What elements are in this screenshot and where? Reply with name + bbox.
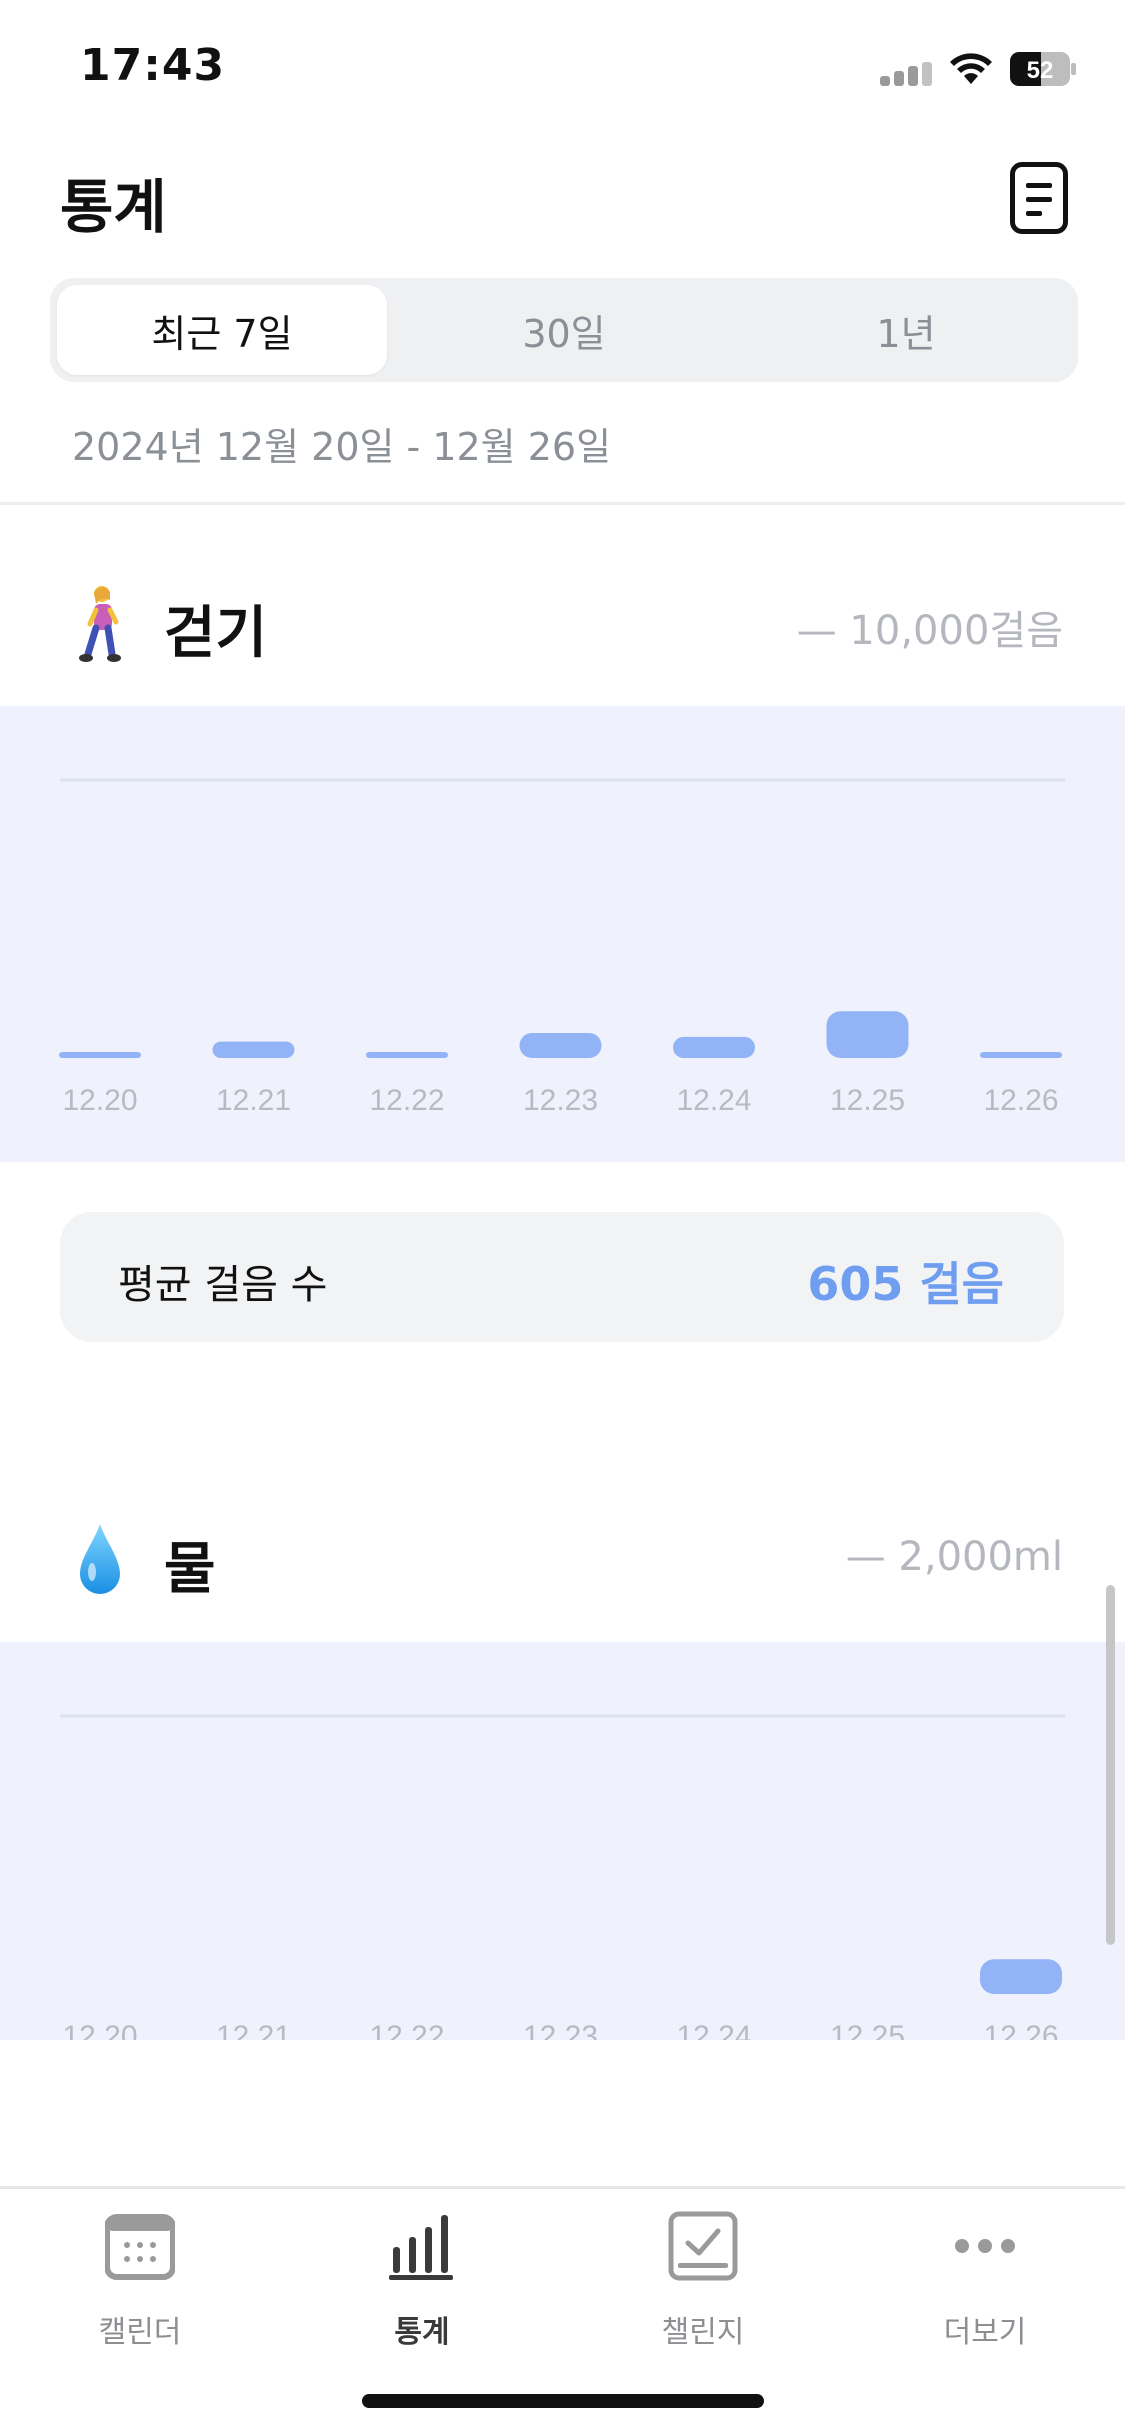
water-title: 물 [164, 1537, 216, 1602]
tab-more[interactable]: 더보기 [895, 2211, 1075, 2351]
water-bar[interactable] [980, 1959, 1062, 1994]
average-steps-value: 605 걸음 [807, 1257, 1004, 1311]
water-tick-label: 12.23 [523, 2020, 598, 2040]
walking-section-header: 걷기 — 10,000걸음 [0, 562, 1125, 682]
tab-challenge[interactable]: 챌린지 [613, 2211, 793, 2351]
walking-bar[interactable] [212, 1041, 295, 1058]
page-title: 통계 [60, 173, 167, 241]
walking-woman-emoji [79, 586, 121, 662]
statistics-screen: 17:43 52 통계 최근 7일 30일 1년 2024년 12월 20일 -… [0, 0, 1125, 2436]
tab-1-year[interactable]: 1년 [741, 285, 1071, 375]
walking-tick-label: 12.26 [983, 1084, 1058, 1117]
tab-statistics[interactable]: 통계 [332, 2211, 512, 2351]
water-tick-label: 12.20 [62, 2020, 137, 2040]
walking-bar[interactable] [519, 1032, 602, 1058]
walking-title: 걷기 [164, 601, 268, 666]
walking-goal: — 10,000걸음 [796, 608, 1063, 654]
home-indicator [362, 2394, 764, 2408]
wifi-icon [950, 53, 992, 84]
tab-calendar[interactable]: 캘린더 [50, 2211, 230, 2351]
tab-calendar-label: 캘린더 [98, 2315, 182, 2350]
walking-tick-label: 12.20 [62, 1084, 137, 1117]
walking-bar[interactable] [59, 1052, 141, 1058]
more-dots-icon [955, 2239, 1015, 2253]
water-chart: 12.20 12.21 12.22 12.23 12.24 12.25 12.26 [0, 1642, 1125, 2040]
water-tick-label: 12.24 [676, 2020, 751, 2040]
water-drop-emoji [80, 1524, 120, 1594]
tab-challenge-label: 챌린지 [661, 2315, 745, 2350]
tab-statistics-label: 통계 [394, 2315, 450, 2350]
walking-bar[interactable] [826, 1011, 909, 1058]
average-steps-card: 평균 걸음 수 605 걸음 [60, 1212, 1064, 1342]
tab-30-days[interactable]: 30일 [399, 285, 729, 375]
average-steps-label: 평균 걸음 수 [118, 1262, 328, 1308]
cellular-signal-icon [880, 62, 932, 86]
water-tick-label: 12.26 [983, 2020, 1058, 2040]
date-range: 2024년 12월 20일 - 12월 26일 [72, 425, 612, 469]
tab-recent-7-days[interactable]: 최근 7일 [57, 285, 387, 375]
status-bar: 17:43 52 [0, 0, 1125, 140]
water-tick-label: 12.21 [216, 2020, 291, 2040]
walking-chart: 12.20 12.21 12.22 12.23 12.24 12.25 12.26 [0, 706, 1125, 1162]
document-icon[interactable] [1010, 162, 1068, 234]
water-tick-label: 12.22 [369, 2020, 444, 2040]
walking-chart-svg: 12.20 12.21 12.22 12.23 12.24 12.25 12.26 [59, 778, 1065, 1117]
walking-tick-label: 12.25 [830, 1084, 905, 1117]
battery-level: 52 [1027, 57, 1054, 84]
period-selector: 최근 7일 30일 1년 [50, 278, 1078, 382]
water-chart-svg: 12.20 12.21 12.22 12.23 12.24 12.25 12.26 [60, 1714, 1065, 2040]
walking-tick-label: 12.23 [523, 1084, 598, 1117]
divider [0, 502, 1125, 505]
walking-tick-label: 12.22 [369, 1084, 444, 1117]
water-goal: — 2,000ml [845, 1534, 1063, 1580]
status-time: 17:43 [80, 40, 226, 91]
calendar-icon [105, 2214, 175, 2280]
tab-more-label: 더보기 [943, 2315, 1027, 2350]
checkbox-icon [668, 2211, 738, 2281]
scrollbar[interactable] [1106, 1585, 1115, 1945]
walking-tick-label: 12.24 [676, 1084, 751, 1117]
walking-bar[interactable] [673, 1036, 755, 1058]
walking-bar[interactable] [980, 1052, 1062, 1058]
water-tick-label: 12.25 [830, 2020, 905, 2040]
walking-bar[interactable] [366, 1052, 448, 1058]
battery-icon: 52 [1010, 52, 1076, 86]
bar-chart-icon [389, 2215, 453, 2280]
walking-tick-label: 12.21 [216, 1084, 291, 1117]
water-section-header: 물 — 2,000ml [0, 1498, 1125, 1618]
